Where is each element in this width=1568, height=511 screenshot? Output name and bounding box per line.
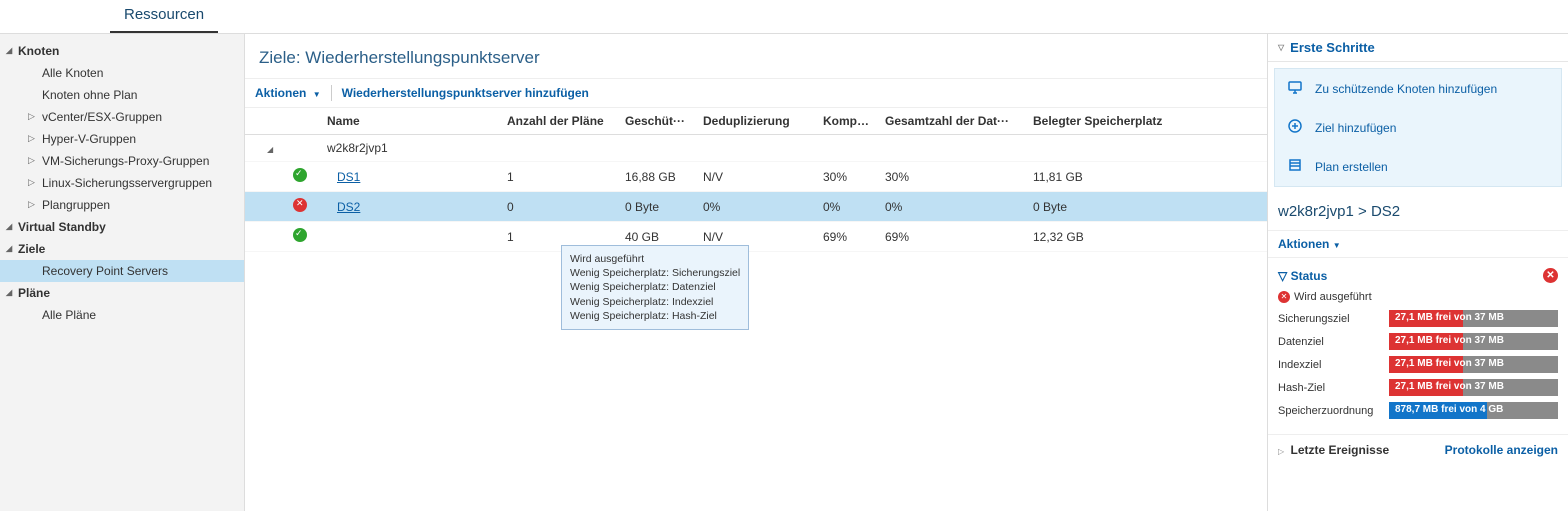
- sidebar-item-knoten-5[interactable]: Linux-Sicherungsservergruppen: [0, 172, 244, 194]
- status-ok-icon: [293, 228, 307, 242]
- storage-bar-1: Datenziel27,1 MB frei von 37 MB: [1268, 330, 1568, 353]
- table-row[interactable]: 140 GBN/V69%69%12,32 GB: [245, 222, 1267, 252]
- sidebar-item-ziele-0[interactable]: Recovery Point Servers: [0, 260, 244, 282]
- protokolle-link[interactable]: Protokolle anzeigen: [1445, 443, 1558, 457]
- quick-action-0[interactable]: Zu schützende Knoten hinzufügen: [1275, 69, 1561, 108]
- sidebar-item-knoten-6[interactable]: Plangruppen: [0, 194, 244, 216]
- quick-actions: Zu schützende Knoten hinzufügenZiel hinz…: [1274, 68, 1562, 187]
- targets-grid: NameAnzahl der PläneGeschüt···Deduplizie…: [245, 108, 1267, 252]
- storage-bar-4: Speicherzuordnung878,7 MB frei von 4 GB: [1268, 399, 1568, 422]
- ds-link[interactable]: DS1: [337, 170, 360, 184]
- chevron-down-icon[interactable]: ◢: [253, 145, 273, 154]
- action-icon: [1287, 79, 1303, 98]
- add-rps-link[interactable]: Wiederherstellungspunktserver hinzufügen: [342, 86, 589, 100]
- status-ok-icon: [293, 168, 307, 182]
- sidebar: Knoten Alle KnotenKnoten ohne PlanvCente…: [0, 34, 245, 511]
- status-running: ✕ Wird ausgeführt: [1268, 287, 1568, 307]
- table-row-parent[interactable]: ◢w2k8r2jvp1: [245, 135, 1267, 162]
- chevron-down-icon: ▽: [1278, 269, 1287, 283]
- sidebar-item-knoten-4[interactable]: VM-Sicherungs-Proxy-Gruppen: [0, 150, 244, 172]
- col-header-3[interactable]: Deduplizierung: [695, 108, 815, 135]
- right-aktionen-menu[interactable]: Aktionen ▼: [1268, 231, 1568, 258]
- sidebar-item-plaene-0[interactable]: Alle Pläne: [0, 304, 244, 326]
- center-panel: Ziele: Wiederherstellungspunktserver Akt…: [245, 34, 1268, 511]
- sidebar-item-knoten-2[interactable]: vCenter/ESX-Gruppen: [0, 106, 244, 128]
- action-icon: [1287, 157, 1303, 176]
- status-header[interactable]: ▽ Status ✕: [1268, 264, 1568, 287]
- status-err-icon: [293, 198, 307, 212]
- chevron-down-icon: ▼: [313, 90, 321, 99]
- erste-schritte-header[interactable]: ▽ Erste Schritte: [1268, 34, 1568, 62]
- col-header-0[interactable]: Name: [319, 108, 499, 135]
- tree-knoten[interactable]: Knoten: [0, 40, 244, 62]
- table-row[interactable]: DS1116,88 GBN/V30%30%11,81 GB: [245, 162, 1267, 192]
- toolbar: Aktionen ▼ Wiederherstellungspunktserver…: [245, 79, 1267, 108]
- right-panel: ▽ Erste Schritte Zu schützende Knoten hi…: [1268, 34, 1568, 511]
- ds-link[interactable]: DS2: [337, 200, 360, 214]
- sidebar-item-knoten-1[interactable]: Knoten ohne Plan: [0, 84, 244, 106]
- chevron-down-icon: ▼: [1333, 241, 1341, 250]
- letzte-ereignisse-header[interactable]: ▷ Letzte Ereignisse: [1278, 443, 1389, 457]
- status-tooltip: Wird ausgeführtWenig Speicherplatz: Sich…: [561, 245, 749, 330]
- col-header-1[interactable]: Anzahl der Pläne: [499, 108, 617, 135]
- page-title: Ziele: Wiederherstellungspunktserver: [245, 34, 1267, 79]
- quick-action-2[interactable]: Plan erstellen: [1275, 147, 1561, 186]
- storage-bar-3: Hash-Ziel27,1 MB frei von 37 MB: [1268, 376, 1568, 399]
- aktionen-menu[interactable]: Aktionen ▼: [255, 86, 321, 100]
- tab-ressourcen[interactable]: Ressourcen: [110, 0, 218, 33]
- storage-bar-2: Indexziel27,1 MB frei von 37 MB: [1268, 353, 1568, 376]
- tree-ziele[interactable]: Ziele: [0, 238, 244, 260]
- close-icon[interactable]: ✕: [1543, 268, 1558, 283]
- col-header-6[interactable]: Belegter Speicherplatz: [1025, 108, 1267, 135]
- sidebar-item-knoten-0[interactable]: Alle Knoten: [0, 62, 244, 84]
- col-header-4[interactable]: Kompr···: [815, 108, 877, 135]
- chevron-right-icon: ▷: [1278, 447, 1284, 456]
- sidebar-item-knoten-3[interactable]: Hyper-V-Gruppen: [0, 128, 244, 150]
- tree-plaene[interactable]: Pläne: [0, 282, 244, 304]
- col-header-2[interactable]: Geschüt···: [617, 108, 695, 135]
- chevron-down-icon: ▽: [1278, 43, 1284, 52]
- table-row[interactable]: DS200 Byte0%0%0%0 Byte: [245, 192, 1267, 222]
- storage-bar-0: Sicherungsziel27,1 MB frei von 37 MB: [1268, 307, 1568, 330]
- tree-virtualstandby[interactable]: Virtual Standby: [0, 216, 244, 238]
- separator: [331, 85, 332, 101]
- top-tabs: Ressourcen: [0, 0, 1568, 34]
- quick-action-1[interactable]: Ziel hinzufügen: [1275, 108, 1561, 147]
- action-icon: [1287, 118, 1303, 137]
- breadcrumb: w2k8r2jvp1 > DS2: [1268, 193, 1568, 231]
- col-header-5[interactable]: Gesamtzahl der Dat···: [877, 108, 1025, 135]
- error-icon: ✕: [1278, 291, 1290, 303]
